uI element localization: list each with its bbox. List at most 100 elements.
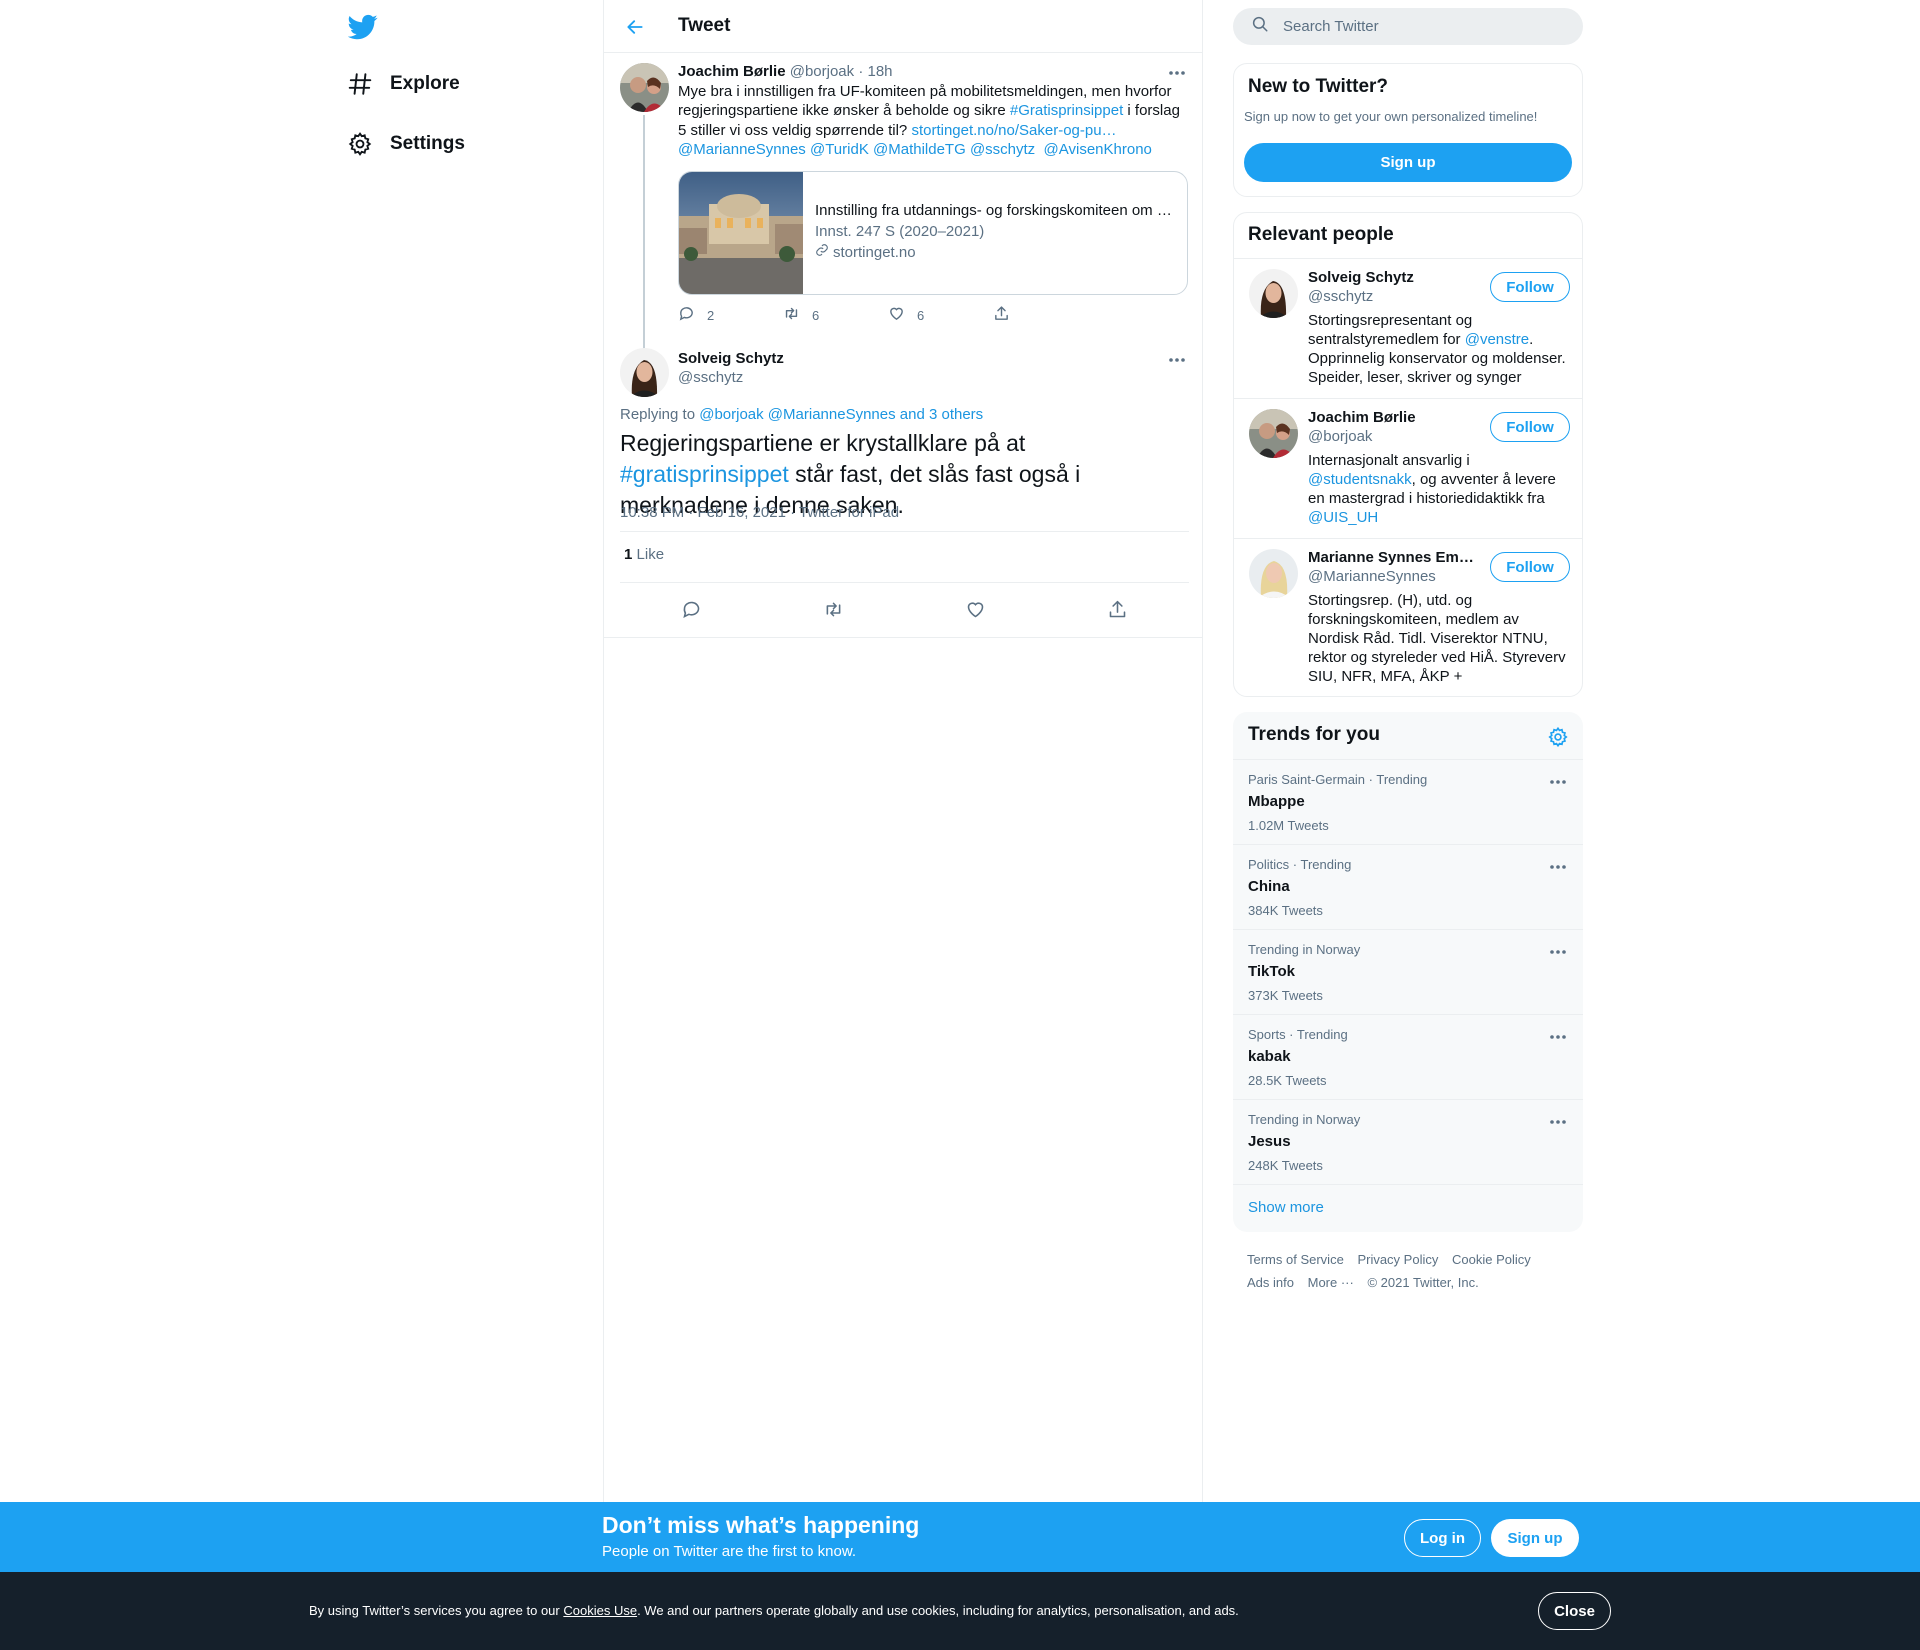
author-name[interactable]: Joachim Børlie — [678, 63, 786, 80]
likes-summary[interactable]: 1 Like — [624, 546, 664, 563]
cookie-text: By using Twitter’s services you agree to… — [309, 1603, 1239, 1618]
trend-item[interactable]: Trending in Norway TikTok 373K Tweets — [1233, 929, 1583, 1014]
more-options-icon[interactable] — [1166, 352, 1188, 368]
person-card[interactable]: Solveig Schytz @sschytz Follow Stortings… — [1234, 258, 1582, 398]
mention-link[interactable]: @TuridK — [810, 141, 869, 158]
follow-button[interactable]: Follow — [1490, 412, 1570, 442]
trend-item[interactable]: Trending in Norway Jesus 248K Tweets — [1233, 1099, 1583, 1184]
back-arrow-icon[interactable] — [620, 12, 650, 42]
trend-item[interactable]: Sports · Trending kabak 28.5K Tweets — [1233, 1014, 1583, 1099]
link-icon — [815, 242, 829, 263]
trend-count: 384K Tweets — [1248, 903, 1323, 918]
more-link[interactable]: More ··· — [1308, 1275, 1354, 1290]
more-options-icon[interactable] — [1547, 774, 1569, 790]
person-handle[interactable]: @borjoak — [1308, 428, 1372, 445]
person-card[interactable]: Joachim Børlie @borjoak Follow Internasj… — [1234, 398, 1582, 538]
trend-item[interactable]: Politics · Trending China 384K Tweets — [1233, 844, 1583, 929]
panel-title: Trends for you — [1248, 724, 1380, 745]
relevant-people-panel: Relevant people Solveig Schytz @sschytz … — [1233, 212, 1583, 697]
tweet-header: Tweet — [604, 0, 1202, 53]
like-count: 6 — [917, 307, 925, 323]
mention-link[interactable]: @MarianneSynnes — [678, 141, 806, 158]
close-button[interactable]: Close — [1538, 1592, 1611, 1630]
ads-info-link[interactable]: Ads info — [1247, 1275, 1294, 1290]
trends-panel: Trends for you Paris Saint-Germain · Tre… — [1233, 712, 1583, 1232]
more-options-icon[interactable] — [1166, 65, 1188, 81]
parent-tweet[interactable]: Joachim Børlie @borjoak · 18h Mye bra i … — [604, 53, 1202, 393]
person-name[interactable]: Joachim Børlie — [1308, 409, 1478, 426]
more-options-icon[interactable] — [1547, 1114, 1569, 1130]
replying-to-label: Replying to — [620, 406, 700, 423]
card-domain-text: stortinget.no — [833, 244, 916, 261]
share-icon — [993, 305, 1022, 325]
search-box[interactable] — [1233, 8, 1583, 45]
trend-item[interactable]: Paris Saint-Germain · Trending Mbappe 1.… — [1233, 759, 1583, 844]
follow-button[interactable]: Follow — [1490, 272, 1570, 302]
person-name[interactable]: Marianne Synnes Em… — [1308, 549, 1478, 566]
cookie-policy-link[interactable]: Cookie Policy — [1452, 1252, 1531, 1267]
author-handle[interactable]: @sschytz — [678, 369, 743, 386]
avatar[interactable] — [1249, 269, 1298, 318]
mention-link[interactable]: @venstre — [1465, 331, 1529, 348]
author-handle[interactable]: @borjoak — [790, 63, 854, 80]
avatar[interactable] — [620, 63, 669, 112]
hashtag-icon — [346, 70, 374, 98]
retweet-icon[interactable] — [814, 590, 852, 628]
trend-name: Jesus — [1248, 1133, 1291, 1150]
terms-link[interactable]: Terms of Service — [1247, 1252, 1344, 1267]
like-label: Like — [636, 546, 665, 563]
banner-title: Don’t miss what’s happening — [602, 1512, 920, 1538]
follow-button[interactable]: Follow — [1490, 552, 1570, 582]
sign-up-button[interactable]: Sign up — [1491, 1519, 1579, 1557]
page-title: Tweet — [678, 15, 731, 36]
like-button[interactable]: 6 — [888, 305, 993, 325]
trend-meta: Trending in Norway — [1248, 1112, 1361, 1127]
log-in-button[interactable]: Log in — [1404, 1519, 1481, 1557]
main-tweet: Solveig Schytz @sschytz Replying to @bor… — [604, 338, 1202, 730]
twitter-logo-icon[interactable] — [347, 12, 380, 44]
person-handle[interactable]: @MarianneSynnes — [1308, 568, 1436, 585]
link-card[interactable]: Innstilling fra utdannings- og forskings… — [678, 171, 1188, 295]
tweet-column: Tweet Joachim Børlie @borjoak · 18h Mye … — [603, 0, 1203, 1650]
avatar[interactable] — [620, 348, 669, 397]
mention-link[interactable]: @MathildeTG — [873, 141, 966, 158]
tweet-time[interactable]: 18h — [868, 63, 893, 80]
search-input[interactable] — [1283, 18, 1563, 35]
author-name[interactable]: Solveig Schytz — [678, 350, 784, 367]
sign-up-button[interactable]: Sign up — [1244, 143, 1572, 182]
panel-title: Relevant people — [1248, 224, 1394, 245]
person-card[interactable]: Marianne Synnes Em… @MarianneSynnes Foll… — [1234, 538, 1582, 696]
person-handle[interactable]: @sschytz — [1308, 288, 1373, 305]
reply-button[interactable]: 2 — [678, 305, 783, 325]
replying-to-link[interactable]: @borjoak @MarianneSynnes and 3 others — [699, 406, 983, 423]
nav-settings-label: Settings — [390, 133, 465, 154]
reply-icon[interactable] — [672, 590, 710, 628]
privacy-link[interactable]: Privacy Policy — [1357, 1252, 1438, 1267]
more-options-icon[interactable] — [1547, 859, 1569, 875]
gear-icon — [346, 130, 374, 158]
person-name[interactable]: Solveig Schytz — [1308, 269, 1478, 286]
show-more-link[interactable]: Show more — [1233, 1184, 1583, 1232]
retweet-button[interactable]: 6 — [783, 305, 888, 325]
cookies-use-link[interactable]: Cookies Use — [563, 1603, 637, 1618]
nav-settings[interactable]: Settings — [346, 120, 465, 168]
mention-link[interactable]: @sschytz — [970, 141, 1035, 158]
more-options-icon[interactable] — [1547, 944, 1569, 960]
bio-text: Stortingsrepresentant og sentralstyremed… — [1308, 312, 1473, 348]
mention-link[interactable]: @AvisenKhrono — [1044, 141, 1152, 158]
tweet-timestamp[interactable]: 10:38 PM · Feb 16, 2021 · Twitter for iP… — [620, 504, 899, 521]
gear-icon[interactable] — [1547, 726, 1569, 748]
hashtag-link[interactable]: #Gratisprinsippet — [1010, 102, 1123, 119]
heart-icon[interactable] — [957, 590, 995, 628]
url-link[interactable]: stortinget.no/no/Saker-og-pu… — [911, 122, 1116, 139]
hashtag-link[interactable]: #gratisprinsippet — [620, 461, 789, 487]
avatar[interactable] — [1249, 409, 1298, 458]
share-icon[interactable] — [1099, 590, 1137, 628]
share-button[interactable] — [993, 305, 1098, 325]
more-options-icon[interactable] — [1547, 1029, 1569, 1045]
nav-explore-label: Explore — [390, 73, 460, 94]
mention-link[interactable]: @studentsnakk — [1308, 471, 1412, 488]
nav-explore[interactable]: Explore — [346, 60, 460, 108]
avatar[interactable] — [1249, 549, 1298, 598]
mention-link[interactable]: @UIS_UH — [1308, 509, 1378, 526]
